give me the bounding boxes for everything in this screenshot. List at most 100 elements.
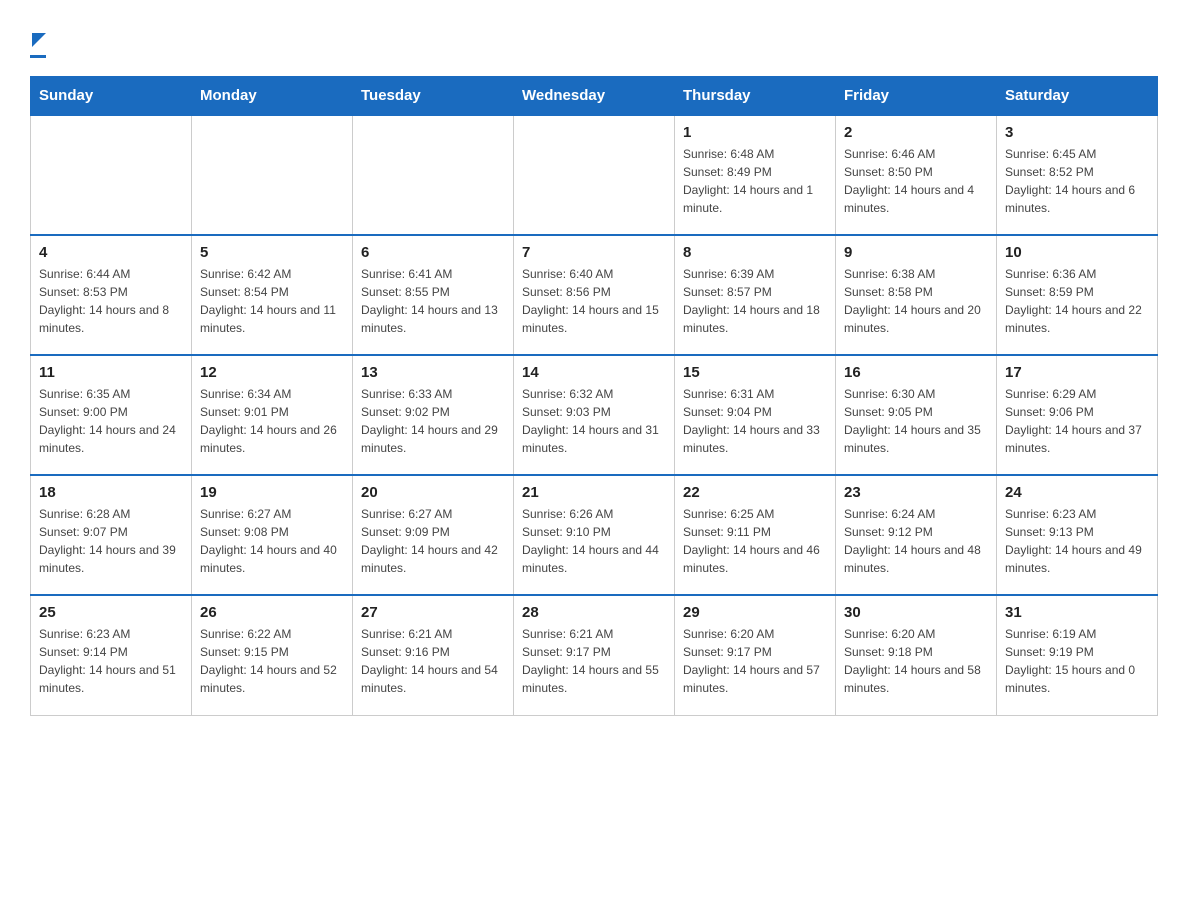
day-info: Sunrise: 6:26 AMSunset: 9:10 PMDaylight:… — [522, 505, 666, 577]
day-number: 13 — [361, 364, 505, 381]
calendar-cell: 11 Sunrise: 6:35 AMSunset: 9:00 PMDayligh… — [31, 355, 192, 475]
calendar-cell: 24 Sunrise: 6:23 AMSunset: 9:13 PMDayligh… — [997, 475, 1158, 595]
day-number: 25 — [39, 604, 183, 621]
day-number: 7 — [522, 244, 666, 261]
logo — [30, 20, 46, 58]
calendar-week-2: 4 Sunrise: 6:44 AMSunset: 8:53 PMDaylight… — [31, 235, 1158, 355]
day-number: 19 — [200, 484, 344, 501]
weekday-header-sunday: Sunday — [31, 77, 192, 116]
weekday-header-monday: Monday — [192, 77, 353, 116]
calendar-cell: 8 Sunrise: 6:39 AMSunset: 8:57 PMDaylight… — [675, 235, 836, 355]
weekday-header-friday: Friday — [836, 77, 997, 116]
day-number: 28 — [522, 604, 666, 621]
calendar-cell: 1 Sunrise: 6:48 AMSunset: 8:49 PMDaylight… — [675, 115, 836, 235]
calendar-week-1: 1 Sunrise: 6:48 AMSunset: 8:49 PMDaylight… — [31, 115, 1158, 235]
day-info: Sunrise: 6:23 AMSunset: 9:13 PMDaylight:… — [1005, 505, 1149, 577]
day-info: Sunrise: 6:40 AMSunset: 8:56 PMDaylight:… — [522, 265, 666, 337]
day-number: 24 — [1005, 484, 1149, 501]
calendar-cell: 27 Sunrise: 6:21 AMSunset: 9:16 PMDayligh… — [353, 595, 514, 715]
day-number: 11 — [39, 364, 183, 381]
calendar-week-3: 11 Sunrise: 6:35 AMSunset: 9:00 PMDayligh… — [31, 355, 1158, 475]
day-info: Sunrise: 6:36 AMSunset: 8:59 PMDaylight:… — [1005, 265, 1149, 337]
calendar-cell: 29 Sunrise: 6:20 AMSunset: 9:17 PMDayligh… — [675, 595, 836, 715]
day-info: Sunrise: 6:39 AMSunset: 8:57 PMDaylight:… — [683, 265, 827, 337]
day-info: Sunrise: 6:25 AMSunset: 9:11 PMDaylight:… — [683, 505, 827, 577]
day-info: Sunrise: 6:23 AMSunset: 9:14 PMDaylight:… — [39, 625, 183, 697]
weekday-header-tuesday: Tuesday — [353, 77, 514, 116]
calendar-cell — [353, 115, 514, 235]
day-info: Sunrise: 6:48 AMSunset: 8:49 PMDaylight:… — [683, 145, 827, 217]
day-number: 27 — [361, 604, 505, 621]
day-number: 2 — [844, 124, 988, 141]
day-info: Sunrise: 6:45 AMSunset: 8:52 PMDaylight:… — [1005, 145, 1149, 217]
day-info: Sunrise: 6:41 AMSunset: 8:55 PMDaylight:… — [361, 265, 505, 337]
calendar-cell — [31, 115, 192, 235]
calendar-cell: 10 Sunrise: 6:36 AMSunset: 8:59 PMDayligh… — [997, 235, 1158, 355]
day-number: 12 — [200, 364, 344, 381]
day-number: 1 — [683, 124, 827, 141]
day-number: 29 — [683, 604, 827, 621]
calendar-cell: 20 Sunrise: 6:27 AMSunset: 9:09 PMDayligh… — [353, 475, 514, 595]
day-info: Sunrise: 6:35 AMSunset: 9:00 PMDaylight:… — [39, 385, 183, 457]
calendar-cell: 6 Sunrise: 6:41 AMSunset: 8:55 PMDaylight… — [353, 235, 514, 355]
calendar-week-5: 25 Sunrise: 6:23 AMSunset: 9:14 PMDayligh… — [31, 595, 1158, 715]
day-number: 14 — [522, 364, 666, 381]
day-number: 31 — [1005, 604, 1149, 621]
calendar-cell: 12 Sunrise: 6:34 AMSunset: 9:01 PMDayligh… — [192, 355, 353, 475]
calendar-cell: 19Sunrise: 6:27 AMSunset: 9:08 PMDayligh… — [192, 475, 353, 595]
day-info: Sunrise: 6:29 AMSunset: 9:06 PMDaylight:… — [1005, 385, 1149, 457]
day-info: Sunrise: 6:20 AMSunset: 9:17 PMDaylight:… — [683, 625, 827, 697]
day-info: Sunrise: 6:28 AMSunset: 9:07 PMDaylight:… — [39, 505, 183, 577]
day-info: Sunrise: 6:33 AMSunset: 9:02 PMDaylight:… — [361, 385, 505, 457]
weekday-header-wednesday: Wednesday — [514, 77, 675, 116]
calendar-cell: 18Sunrise: 6:28 AMSunset: 9:07 PMDayligh… — [31, 475, 192, 595]
calendar-cell: 7 Sunrise: 6:40 AMSunset: 8:56 PMDaylight… — [514, 235, 675, 355]
day-number: 17 — [1005, 364, 1149, 381]
calendar-cell — [192, 115, 353, 235]
day-number: 26 — [200, 604, 344, 621]
day-info: Sunrise: 6:21 AMSunset: 9:16 PMDaylight:… — [361, 625, 505, 697]
calendar-cell: 14 Sunrise: 6:32 AMSunset: 9:03 PMDayligh… — [514, 355, 675, 475]
day-info: Sunrise: 6:32 AMSunset: 9:03 PMDaylight:… — [522, 385, 666, 457]
calendar-cell: 23 Sunrise: 6:24 AMSunset: 9:12 PMDayligh… — [836, 475, 997, 595]
weekday-header-thursday: Thursday — [675, 77, 836, 116]
day-number: 6 — [361, 244, 505, 261]
day-info: Sunrise: 6:24 AMSunset: 9:12 PMDaylight:… — [844, 505, 988, 577]
day-info: Sunrise: 6:19 AMSunset: 9:19 PMDaylight:… — [1005, 625, 1149, 697]
day-number: 10 — [1005, 244, 1149, 261]
day-info: Sunrise: 6:34 AMSunset: 9:01 PMDaylight:… — [200, 385, 344, 457]
day-number: 22 — [683, 484, 827, 501]
day-info: Sunrise: 6:46 AMSunset: 8:50 PMDaylight:… — [844, 145, 988, 217]
day-number: 9 — [844, 244, 988, 261]
day-info: Sunrise: 6:44 AMSunset: 8:53 PMDaylight:… — [39, 265, 183, 337]
weekday-header-row: SundayMondayTuesdayWednesdayThursdayFrid… — [31, 77, 1158, 116]
day-number: 3 — [1005, 124, 1149, 141]
calendar-cell: 28Sunrise: 6:21 AMSunset: 9:17 PMDayligh… — [514, 595, 675, 715]
calendar-cell: 25 Sunrise: 6:23 AMSunset: 9:14 PMDayligh… — [31, 595, 192, 715]
calendar-cell: 15Sunrise: 6:31 AMSunset: 9:04 PMDayligh… — [675, 355, 836, 475]
calendar-cell: 21Sunrise: 6:26 AMSunset: 9:10 PMDayligh… — [514, 475, 675, 595]
calendar-cell: 17 Sunrise: 6:29 AMSunset: 9:06 PMDayligh… — [997, 355, 1158, 475]
calendar-cell — [514, 115, 675, 235]
day-number: 5 — [200, 244, 344, 261]
day-number: 16 — [844, 364, 988, 381]
day-number: 20 — [361, 484, 505, 501]
day-info: Sunrise: 6:27 AMSunset: 9:09 PMDaylight:… — [361, 505, 505, 577]
day-number: 4 — [39, 244, 183, 261]
day-info: Sunrise: 6:20 AMSunset: 9:18 PMDaylight:… — [844, 625, 988, 697]
weekday-header-saturday: Saturday — [997, 77, 1158, 116]
day-number: 8 — [683, 244, 827, 261]
day-info: Sunrise: 6:38 AMSunset: 8:58 PMDaylight:… — [844, 265, 988, 337]
calendar-cell: 22 Sunrise: 6:25 AMSunset: 9:11 PMDayligh… — [675, 475, 836, 595]
calendar-cell: 30Sunrise: 6:20 AMSunset: 9:18 PMDayligh… — [836, 595, 997, 715]
day-info: Sunrise: 6:22 AMSunset: 9:15 PMDaylight:… — [200, 625, 344, 697]
page-header — [30, 20, 1158, 58]
day-number: 23 — [844, 484, 988, 501]
calendar-cell: 5 Sunrise: 6:42 AMSunset: 8:54 PMDaylight… — [192, 235, 353, 355]
day-info: Sunrise: 6:42 AMSunset: 8:54 PMDaylight:… — [200, 265, 344, 337]
calendar-week-4: 18Sunrise: 6:28 AMSunset: 9:07 PMDayligh… — [31, 475, 1158, 595]
calendar-cell: 31 Sunrise: 6:19 AMSunset: 9:19 PMDayligh… — [997, 595, 1158, 715]
calendar-cell: 4 Sunrise: 6:44 AMSunset: 8:53 PMDaylight… — [31, 235, 192, 355]
day-info: Sunrise: 6:30 AMSunset: 9:05 PMDaylight:… — [844, 385, 988, 457]
calendar-cell: 13 Sunrise: 6:33 AMSunset: 9:02 PMDayligh… — [353, 355, 514, 475]
